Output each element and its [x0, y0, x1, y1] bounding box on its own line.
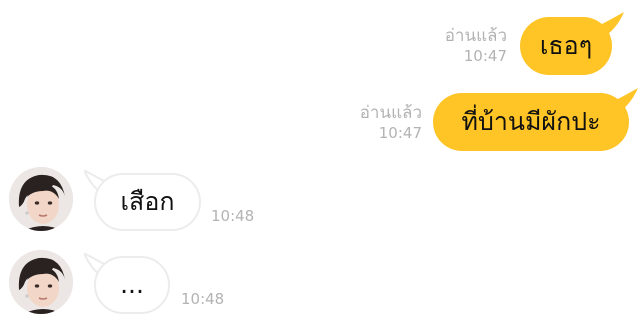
- read-status: อ่านแล้ว: [444, 26, 507, 46]
- message-time: 10:48: [181, 290, 225, 308]
- user-avatar-icon: [9, 167, 73, 231]
- chat-thread: อ่านแล้ว 10:47 เธอๆ อ่านแล้ว 10:47 ที่บ้…: [0, 0, 639, 324]
- message-meta: อ่านแล้ว 10:47: [425, 26, 507, 66]
- bubble-tail-icon: [598, 12, 624, 34]
- message-time: 10:47: [378, 124, 422, 142]
- message-text: เธอๆ: [539, 31, 593, 60]
- user-avatar-icon: [9, 250, 73, 314]
- message-bubble[interactable]: เสือก: [94, 173, 201, 231]
- bubble-tail-icon: [612, 88, 638, 110]
- message-time: 10:48: [211, 207, 255, 225]
- message-bubble[interactable]: ...: [94, 256, 170, 314]
- avatar[interactable]: [9, 167, 73, 231]
- message-text: ...: [120, 270, 144, 299]
- read-status: อ่านแล้ว: [359, 103, 422, 123]
- message-bubble[interactable]: ที่บ้านมีผักปะ: [433, 93, 629, 151]
- message-time: 10:47: [463, 47, 507, 65]
- message-meta: อ่านแล้ว 10:47: [338, 103, 422, 143]
- avatar[interactable]: [9, 250, 73, 314]
- message-text: ที่บ้านมีผักปะ: [461, 107, 601, 136]
- message-text: เสือก: [120, 187, 175, 216]
